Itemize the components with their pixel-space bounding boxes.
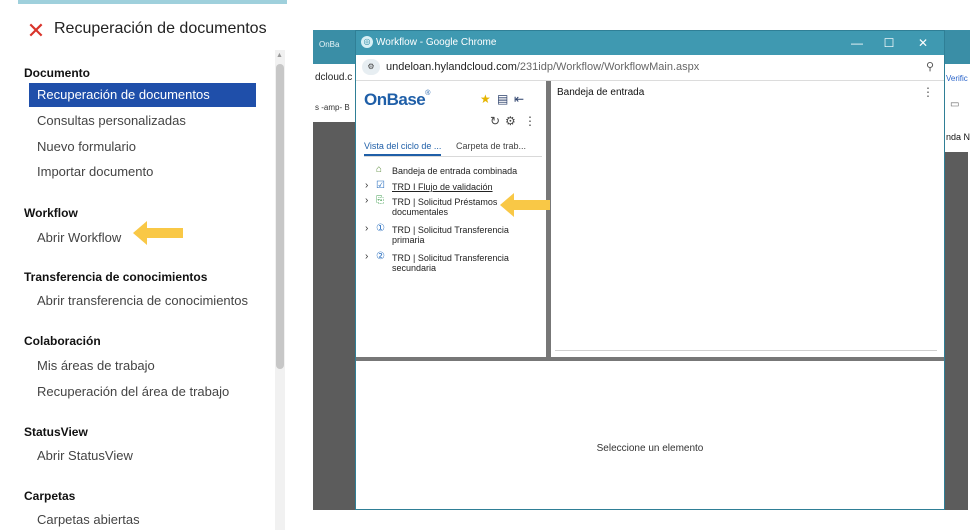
menu-item-carpetas-abiertas[interactable]: Carpetas abiertas (37, 512, 140, 527)
url-path: /231idp/Workflow/WorkflowMain.aspx (516, 61, 700, 73)
tree-item-bandeja-combinada[interactable]: ⌂ Bandeja de entrada combinada (356, 165, 546, 177)
tree-item-label-line2: documentales (392, 207, 449, 217)
number-2-icon: ② (376, 251, 385, 262)
menu-item-abrir-workflow[interactable]: Abrir Workflow (37, 230, 121, 245)
section-heading-carpetas: Carpetas (24, 489, 76, 503)
chrome-workflow-window: ◎ Workflow - Google Chrome — ☐ ✕ ⚙ undel… (355, 30, 945, 510)
section-heading-workflow: Workflow (24, 206, 78, 220)
tree-item-label-line1: TRD | Solicitud Préstamos (392, 197, 498, 207)
tree-item-label: TRD I Flujo de validación (392, 182, 493, 192)
background-content-fragment: nda N (944, 122, 970, 152)
retrieval-side-panel: ✕ Recuperación de documentos Documento R… (0, 0, 287, 530)
panel-title: Recuperación de documentos (54, 20, 267, 37)
url-field[interactable]: undeloan.hylandcloud.com/231idp/Workflow… (386, 61, 699, 73)
detail-pane: Seleccione un elemento (356, 361, 944, 509)
url-host: undeloan.hylandcloud.com (386, 61, 517, 73)
maximize-button[interactable]: ☐ (874, 34, 904, 52)
window-title: Workflow - Google Chrome (376, 37, 497, 48)
panel-top-accent (18, 0, 287, 4)
more-options-icon[interactable]: ⋮ (524, 114, 536, 128)
section-heading-statusview: StatusView (24, 425, 88, 439)
tab-vista-ciclo[interactable]: Vista del ciclo de ... (364, 141, 442, 156)
inbox-pane: Bandeja de entrada ⋮ (551, 81, 944, 357)
onbase-logo-mark: ® (425, 90, 430, 97)
panel-scrollbar[interactable]: ▲ (275, 50, 285, 530)
tree-item-transferencia-primaria[interactable]: › ① TRD | Solicitud Transferencia primar… (356, 224, 546, 246)
chevron-right-icon[interactable]: › (365, 224, 368, 234)
refresh-icon[interactable]: ↻ (490, 114, 500, 128)
tree-item-label-line1: TRD | Solicitud Transferencia (392, 253, 509, 263)
star-add-icon[interactable]: ★ (480, 92, 491, 106)
minimize-button[interactable]: — (842, 34, 872, 52)
menu-item-abrir-statusview[interactable]: Abrir StatusView (37, 448, 133, 463)
site-info-icon[interactable]: ⚙ (362, 59, 380, 75)
onbase-logo-text: OnBase (364, 90, 426, 109)
menu-item-recuperacion-documentos[interactable]: Recuperación de documentos (29, 83, 256, 107)
more-options-icon[interactable]: ⋮ (922, 85, 934, 99)
menu-item-importar-documento[interactable]: Importar documento (37, 164, 153, 179)
number-1-icon: ① (376, 223, 385, 234)
tree-item-label-line2: secundaria (392, 263, 437, 273)
list-view-icon[interactable]: ▤ (497, 92, 508, 106)
menu-item-abrir-transferencia[interactable]: Abrir transferencia de conocimientos (37, 293, 248, 308)
gear-icon[interactable]: ⚙ (505, 114, 516, 128)
onbase-logo: OnBase® (364, 90, 430, 110)
menu-item-recuperacion-area[interactable]: Recuperación del área de trabajo (37, 384, 229, 399)
address-bar[interactable]: ⚙ undeloan.hylandcloud.com/231idp/Workfl… (356, 55, 944, 81)
background-url-right-fragment[interactable]: Verific (944, 64, 970, 92)
checklist-icon: ☑ (376, 180, 385, 191)
section-heading-documento: Documento (24, 66, 90, 80)
inbox-icon: ⌂ (376, 164, 383, 175)
tree-item-transferencia-secundaria[interactable]: › ② TRD | Solicitud Transferencia secund… (356, 252, 546, 274)
tree-item-label-line1: TRD | Solicitud Transferencia (392, 225, 509, 235)
menu-item-mis-areas[interactable]: Mis áreas de trabajo (37, 358, 155, 373)
background-tab-label: OnBa (319, 40, 340, 49)
tree-item-label-line2: primaria (392, 235, 425, 245)
workflow-navigation-pane: OnBase® ★ ▤ ⇤ ↻ ⚙ ⋮ Vista del ciclo de .… (356, 81, 546, 357)
folder-icon[interactable]: ▭ (944, 92, 970, 122)
document-share-icon: ⎘ (376, 195, 384, 206)
inbox-title: Bandeja de entrada (557, 87, 645, 98)
collapse-pane-icon[interactable]: ⇤ (514, 92, 524, 106)
workflow-favicon-icon: ◎ (361, 36, 373, 48)
scrollbar-thumb[interactable] (276, 64, 284, 369)
tree-item-flujo-validacion[interactable]: › ☑ TRD I Flujo de validación (356, 181, 546, 193)
section-heading-transferencia: Transferencia de conocimientos (24, 270, 208, 284)
detail-placeholder: Seleccione un elemento (596, 443, 704, 454)
close-window-button[interactable]: ✕ (908, 34, 938, 52)
scroll-up-icon[interactable]: ▲ (276, 52, 283, 59)
pointer-arrow-icon (500, 193, 550, 217)
menu-item-nuevo-formulario[interactable]: Nuevo formulario (37, 139, 136, 154)
section-heading-colaboracion: Colaboración (24, 334, 101, 348)
chevron-right-icon[interactable]: › (365, 252, 368, 262)
chevron-right-icon[interactable]: › (365, 196, 368, 206)
zoom-icon[interactable]: ⚲ (926, 60, 934, 73)
pane-tab-strip: Vista del ciclo de ... Carpeta de trab..… (364, 141, 542, 157)
inbox-divider (555, 350, 937, 351)
window-titlebar[interactable]: ◎ Workflow - Google Chrome — ☐ ✕ (356, 31, 944, 55)
tab-carpeta-trabajo[interactable]: Carpeta de trab... (456, 141, 526, 151)
close-icon[interactable]: ✕ (26, 20, 46, 42)
chevron-right-icon[interactable]: › (365, 181, 368, 191)
pointer-arrow-icon (133, 221, 183, 245)
tree-item-label: Bandeja de entrada combinada (392, 166, 518, 176)
menu-item-consultas-personalizadas[interactable]: Consultas personalizadas (37, 113, 186, 128)
